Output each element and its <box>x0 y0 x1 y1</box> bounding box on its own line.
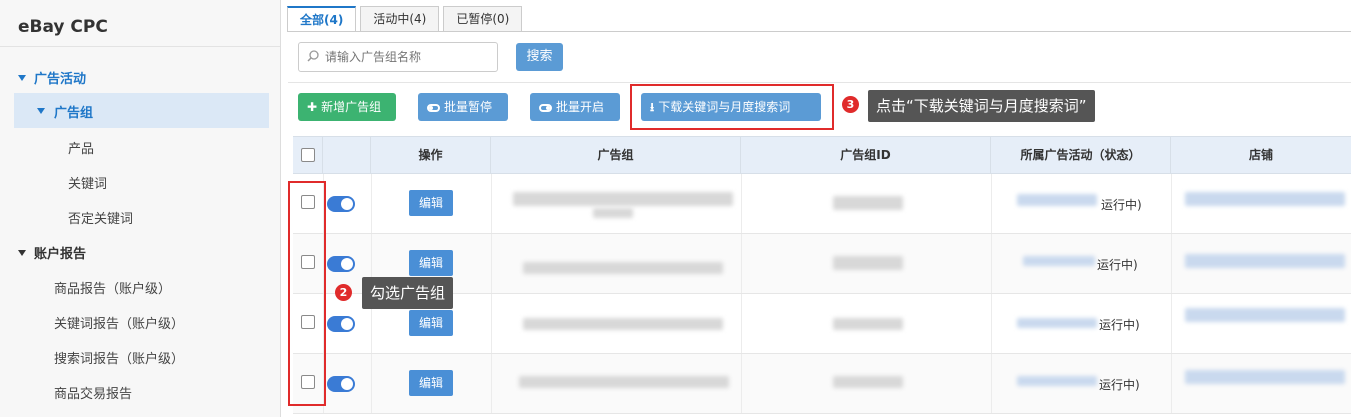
blurred-adgroup-id <box>833 376 903 388</box>
tab-all[interactable]: 全部(4) <box>287 6 357 32</box>
caret-down-icon <box>18 250 26 256</box>
nav-item-keywords[interactable]: 关键词 <box>68 173 107 192</box>
add-adgroup-button[interactable]: ✚ 新增广告组 <box>298 93 396 121</box>
row-edit-button[interactable]: 编辑 <box>409 190 453 216</box>
blurred-campaign-name <box>1017 376 1097 386</box>
blurred-adgroup-name <box>523 262 723 274</box>
nav-group-campaigns-label: 广告活动 <box>34 72 87 87</box>
row-edit-button[interactable]: 编辑 <box>409 310 453 336</box>
header-campaign-status: 所属广告活动（状态） <box>991 137 1171 174</box>
blurred-adgroup-name <box>519 376 729 388</box>
blurred-campaign-name <box>1017 194 1097 206</box>
header-adgroup: 广告组 <box>491 137 741 174</box>
toggle-off-icon <box>427 104 440 112</box>
blurred-adgroup-id <box>833 318 903 330</box>
download-highlight-box <box>630 84 834 130</box>
nav-item-products[interactable]: 产品 <box>68 138 94 157</box>
blurred-adgroup-name <box>513 192 733 206</box>
blurred-store-name <box>1185 254 1345 268</box>
nav-item-adgroups[interactable]: 广告组 <box>14 93 269 128</box>
bulk-pause-label: 批量暂停 <box>444 100 493 114</box>
table-header: 操作 广告组 广告组ID 所属广告活动（状态） 店铺 <box>293 136 1351 174</box>
bulk-pause-button[interactable]: 批量暂停 <box>418 93 508 121</box>
row-status-switch[interactable] <box>327 376 355 392</box>
blurred-adgroup-name <box>593 208 633 218</box>
step2-tooltip: 勾选广告组 <box>362 277 454 309</box>
status-tabs: 全部(4) 活动中(4) 已暂停(0) <box>287 6 526 32</box>
plus-icon: ✚ <box>307 100 318 114</box>
nav-item-product-report[interactable]: 商品报告（账户级） <box>54 278 171 297</box>
row-campaign-status: 运行中) <box>1099 378 1140 392</box>
blurred-store-name <box>1185 308 1345 322</box>
row-status-switch[interactable] <box>327 316 355 332</box>
add-adgroup-label: 新增广告组 <box>321 100 382 114</box>
app-brand: eBay CPC <box>0 0 280 47</box>
nav-item-negative-keywords[interactable]: 否定关键词 <box>68 208 133 227</box>
row-campaign-status: 运行中) <box>1099 318 1140 332</box>
step3-badge: 3 <box>842 96 859 113</box>
nav-group-campaigns[interactable]: 广告活动 <box>18 68 86 87</box>
blurred-adgroup-name <box>523 318 723 330</box>
step3-tooltip: 点击“下载关键词与月度搜索词” <box>868 90 1095 122</box>
header-adgroup-id: 广告组ID <box>741 137 991 174</box>
search-icon <box>307 50 319 62</box>
blurred-campaign-name <box>1017 318 1097 328</box>
tab-active[interactable]: 活动中(4) <box>360 6 440 32</box>
blurred-store-name <box>1185 192 1345 206</box>
main-panel: 全部(4) 活动中(4) 已暂停(0) 搜索 ✚新增广告组 批量暂停 批量开启 … <box>287 0 1351 417</box>
table-row: 编辑 运行中) <box>293 174 1351 234</box>
blurred-store-name <box>1185 370 1345 384</box>
adgroup-search-input[interactable] <box>298 42 498 72</box>
row-edit-button[interactable]: 编辑 <box>409 250 453 276</box>
caret-down-icon <box>18 75 26 81</box>
nav-group-account-reports-label: 账户报告 <box>34 247 87 262</box>
checkbox-column-highlight <box>288 181 326 406</box>
row-campaign-status: 运行中) <box>1097 258 1138 272</box>
header-switch-cell <box>323 137 371 174</box>
nav-group-account-reports[interactable]: 账户报告 <box>18 243 86 262</box>
row-campaign-status: 运行中) <box>1101 198 1142 212</box>
search-button[interactable]: 搜索 <box>516 43 563 71</box>
nav-item-transaction-report[interactable]: 商品交易报告 <box>54 383 132 402</box>
header-actions: 操作 <box>371 137 491 174</box>
row-status-switch[interactable] <box>327 196 355 212</box>
blurred-adgroup-id <box>833 256 903 270</box>
toggle-on-icon <box>539 104 552 112</box>
blurred-adgroup-id <box>833 196 903 210</box>
nav-item-keyword-report[interactable]: 关键词报告（账户级） <box>54 313 184 332</box>
nav-item-adgroups-label: 广告组 <box>54 106 94 121</box>
toolbar-divider <box>288 82 1351 83</box>
select-all-checkbox[interactable] <box>301 148 315 162</box>
tabs-divider <box>287 31 1351 32</box>
table-row: 编辑 运行中) <box>293 354 1351 414</box>
header-select-cell <box>293 137 323 174</box>
row-edit-button[interactable]: 编辑 <box>409 370 453 396</box>
sidebar: eBay CPC 广告活动 广告组 产品 关键词 否定关键词 账户报告 商品报告… <box>0 0 281 417</box>
bulk-enable-button[interactable]: 批量开启 <box>530 93 620 121</box>
row-status-switch[interactable] <box>327 256 355 272</box>
nav-item-search-term-report[interactable]: 搜索词报告（账户级） <box>54 348 184 367</box>
tab-paused[interactable]: 已暂停(0) <box>443 6 523 32</box>
header-store: 店铺 <box>1248 148 1273 162</box>
caret-down-icon <box>37 108 45 114</box>
blurred-campaign-name <box>1023 256 1095 266</box>
bulk-enable-label: 批量开启 <box>556 100 605 114</box>
step2-badge: 2 <box>335 284 352 301</box>
